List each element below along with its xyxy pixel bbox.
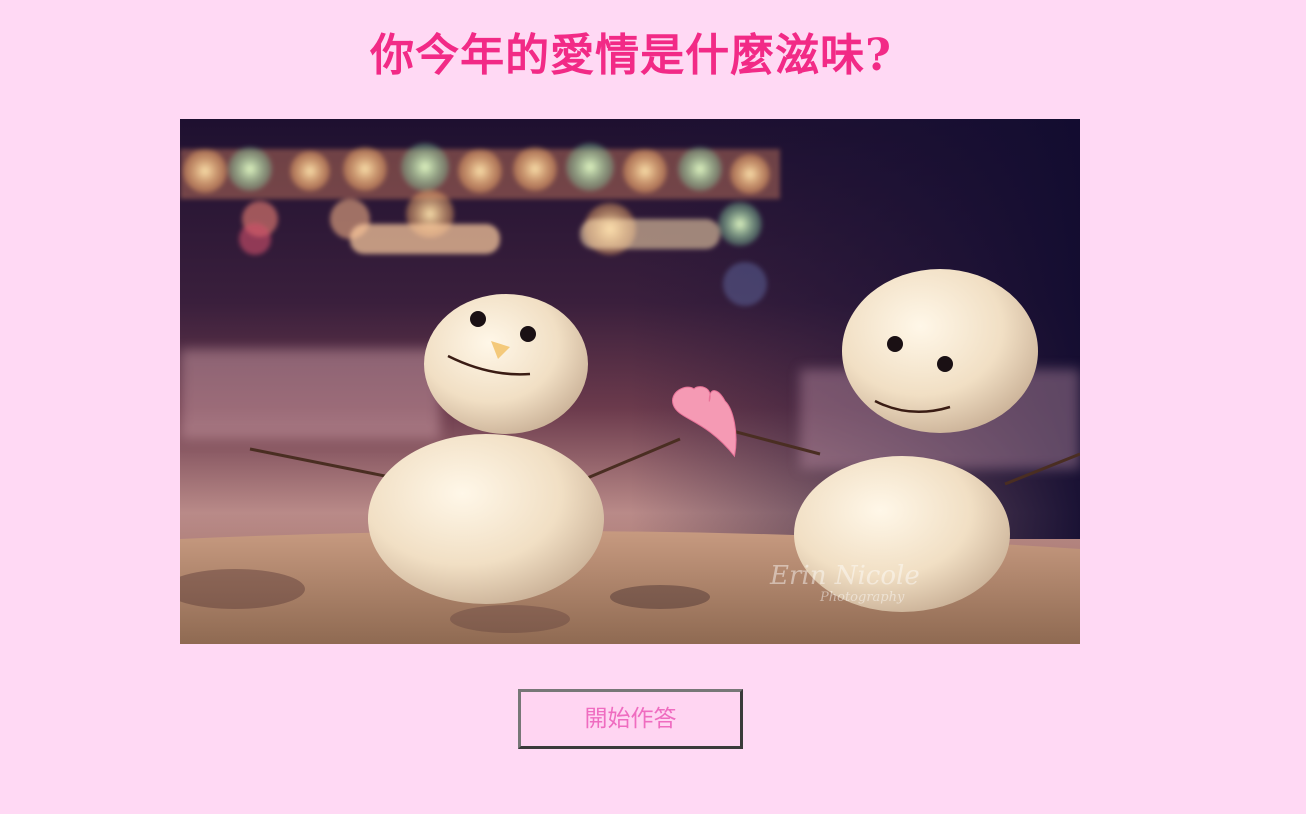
svg-text:Photography: Photography (819, 590, 905, 605)
hero-image: Erin Nicole Photography (180, 119, 1080, 644)
snowmen-photo: Erin Nicole Photography (180, 119, 1080, 644)
svg-text:Erin Nicole: Erin Nicole (769, 561, 920, 591)
start-quiz-button[interactable]: 開始作答 (518, 689, 743, 749)
page-title: 你今年的愛情是什麼滋味? (370, 30, 892, 81)
quiz-landing-page: 你今年的愛情是什麼滋味? Erin Nicole Photography 開始作… (0, 0, 1306, 814)
